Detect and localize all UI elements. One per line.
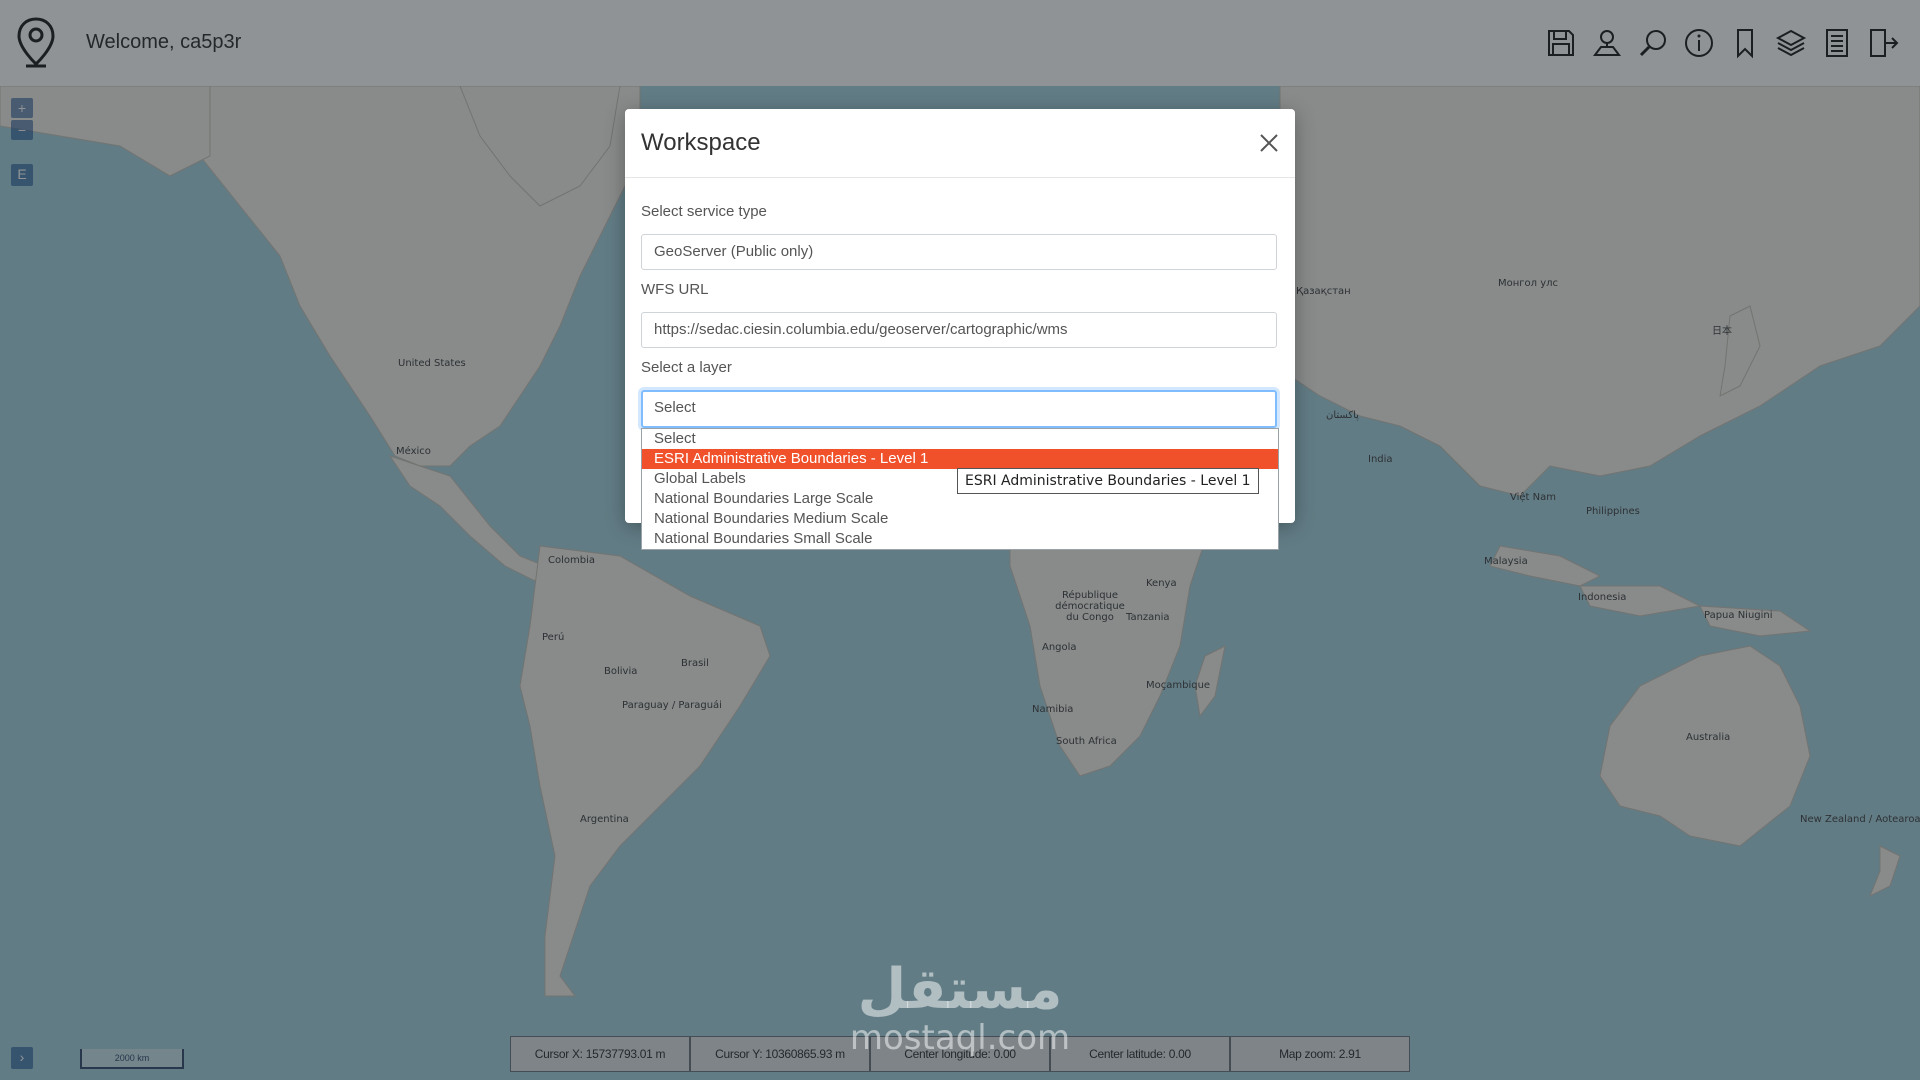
watermark: مستقل mostaql.com (840, 957, 1080, 1058)
option-tooltip: ESRI Administrative Boundaries - Level 1 (957, 468, 1259, 494)
wfs-url-label: WFS URL (641, 281, 709, 298)
layer-label: Select a layer (641, 359, 732, 376)
service-type-select[interactable]: GeoServer (Public only) (641, 234, 1277, 270)
layer-select[interactable]: Select (641, 390, 1277, 428)
layer-option[interactable]: National Boundaries Medium Scale (642, 509, 1278, 529)
layer-option-selected[interactable]: ESRI Administrative Boundaries - Level 1 (642, 449, 1278, 469)
close-icon[interactable] (1257, 131, 1281, 155)
watermark-arabic: مستقل (857, 957, 1063, 1022)
watermark-latin: mostaql.com (849, 1018, 1071, 1058)
service-type-label: Select service type (641, 203, 767, 220)
layer-option[interactable]: Select (642, 429, 1278, 449)
layer-option[interactable]: National Boundaries Small Scale (642, 529, 1278, 549)
modal-header: Workspace (625, 109, 1295, 178)
modal-title: Workspace (641, 129, 761, 156)
wfs-url-input[interactable]: https://sedac.ciesin.columbia.edu/geoser… (641, 312, 1277, 348)
